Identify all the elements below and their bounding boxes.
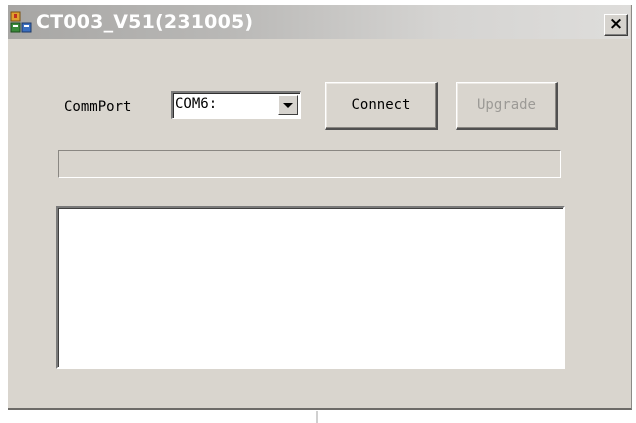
commport-select[interactable]: COM6: — [171, 91, 301, 119]
connect-button[interactable]: Connect — [325, 82, 438, 130]
window-title: CT003_V51(231005) — [36, 11, 254, 33]
app-icon — [10, 11, 32, 33]
upgrade-button: Upgrade — [456, 82, 558, 130]
chevron-down-icon[interactable] — [278, 95, 298, 115]
title-bar[interactable]: CT003_V51(231005) × — [8, 5, 630, 39]
close-icon[interactable]: × — [604, 14, 628, 36]
commport-label: CommPort — [64, 99, 132, 115]
commport-value: COM6: — [175, 96, 218, 112]
app-window: CT003_V51(231005) × CommPort COM6: Conne… — [8, 5, 632, 410]
progress-bar — [58, 150, 561, 178]
divider — [316, 411, 318, 423]
log-output[interactable] — [56, 206, 565, 369]
